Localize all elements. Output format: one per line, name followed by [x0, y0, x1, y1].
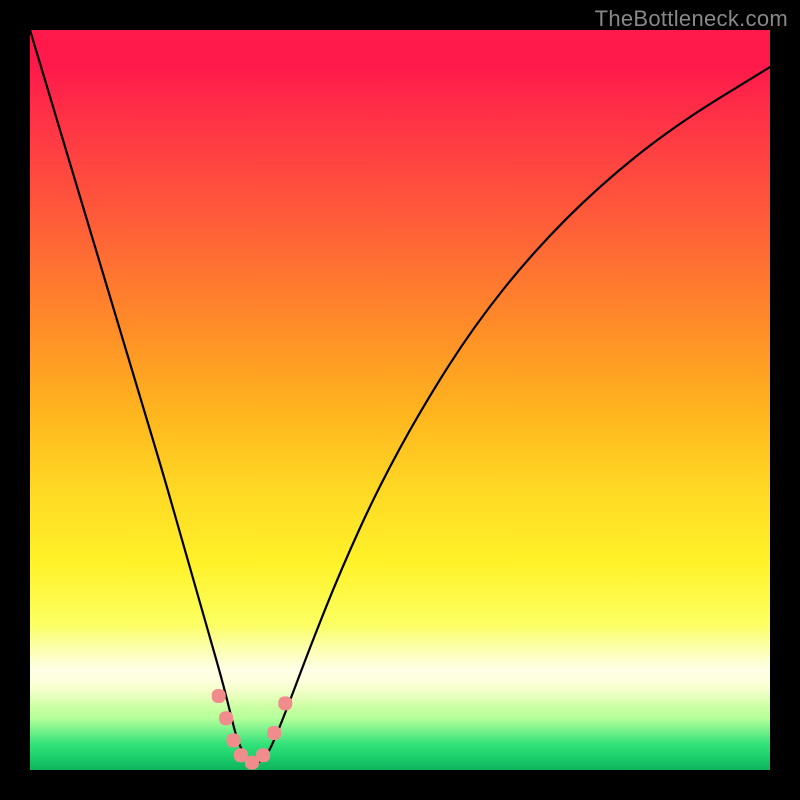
curve-marker	[212, 689, 226, 703]
curve-layer	[30, 30, 770, 770]
chart-frame: TheBottleneck.com	[0, 0, 800, 800]
curve-marker	[267, 726, 281, 740]
curve-marker	[227, 733, 241, 747]
marker-group	[212, 689, 293, 770]
watermark-text: TheBottleneck.com	[595, 6, 788, 32]
plot-area	[30, 30, 770, 770]
curve-marker	[278, 696, 292, 710]
curve-marker	[256, 748, 270, 762]
bottleneck-curve-path	[30, 30, 770, 763]
curve-marker	[219, 711, 233, 725]
